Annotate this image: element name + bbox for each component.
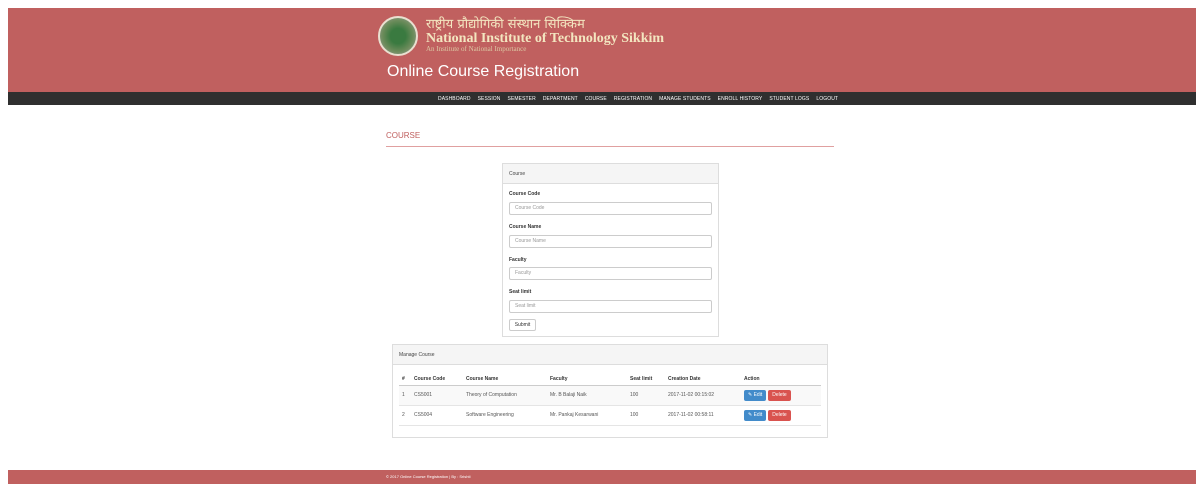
col-action: Action (741, 373, 821, 386)
faculty-label: Faculty (509, 257, 527, 263)
faculty-input[interactable]: Faculty (509, 267, 712, 280)
nav-student-logs[interactable]: STUDENT LOGS (769, 96, 809, 102)
submit-button[interactable]: Submit (509, 319, 536, 331)
edit-button[interactable]: ✎ Edit (744, 389, 767, 401)
nav-course[interactable]: COURSE (585, 96, 607, 102)
row-course-name: Software Engineering (463, 405, 547, 426)
col-faculty: Faculty (547, 373, 627, 386)
footer: © 2017 Online Course Registration | By :… (8, 470, 1196, 484)
nav-registration[interactable]: REGISTRATION (614, 96, 652, 102)
table-row: 2 CS5004 Software Engineering Mr. Pankaj… (399, 405, 821, 426)
page-title: COURSE (386, 131, 421, 140)
row-actions: ✎ Edit Delete (741, 385, 821, 406)
delete-button[interactable]: Delete (768, 409, 791, 421)
row-seat-limit: 100 (627, 385, 665, 406)
row-faculty: Mr. Pankaj Kesarwani (547, 405, 627, 426)
edit-icon: ✎ (748, 411, 753, 418)
row-course-code: CS5004 (411, 405, 463, 426)
nit-emblem-icon (378, 16, 418, 56)
col-creation-date: Creation Date (665, 373, 741, 386)
course-table: # Course Code Course Name Faculty Seat l… (399, 373, 821, 426)
row-creation-date: 2017-11-02 00:58:11 (665, 405, 741, 426)
course-panel-heading: Course (503, 164, 718, 184)
row-faculty: Mr. B Balaji Naik (547, 385, 627, 406)
row-actions: ✎ Edit Delete (741, 405, 821, 426)
col-seat-limit: Seat limit (627, 373, 665, 386)
row-creation-date: 2017-11-02 00:15:02 (665, 385, 741, 406)
table-row: 1 CS5001 Theory of Computation Mr. B Bal… (399, 385, 821, 406)
row-course-code: CS5001 (411, 385, 463, 406)
course-code-input[interactable]: Course Code (509, 202, 712, 215)
institute-subtitle: An Institute of National Importance (426, 45, 527, 54)
nav-logout[interactable]: LOGOUT (816, 96, 838, 102)
edit-button[interactable]: ✎ Edit (744, 409, 767, 421)
row-number: 1 (399, 385, 411, 406)
nav-dashboard[interactable]: DASHBOARD (438, 96, 471, 102)
nav-manage-students[interactable]: MANAGE STUDENTS (659, 96, 711, 102)
edit-icon: ✎ (748, 391, 753, 398)
col-number: # (399, 373, 411, 386)
nav-enroll-history[interactable]: ENROLL HISTORY (718, 96, 763, 102)
manage-panel-heading: Manage Course (393, 345, 827, 365)
institute-logo: राष्ट्रीय प्रौद्योगिकी संस्थान सिक्किम N… (378, 16, 664, 56)
nav-semester[interactable]: SEMESTER (508, 96, 536, 102)
row-number: 2 (399, 405, 411, 426)
delete-button[interactable]: Delete (768, 389, 791, 401)
seat-limit-label: Seat limit (509, 289, 532, 295)
course-code-label: Course Code (509, 191, 541, 197)
row-seat-limit: 100 (627, 405, 665, 426)
nav-department[interactable]: DEPARTMENT (543, 96, 578, 102)
edit-label: Edit (753, 391, 763, 398)
manage-course-panel: Manage Course # Course Code Course Name … (392, 344, 828, 438)
course-form-panel: Course Course Code Course Code Course Na… (502, 163, 719, 337)
row-course-name: Theory of Computation (463, 385, 547, 406)
main-navbar: DASHBOARD SESSION SEMESTER DEPARTMENT CO… (8, 92, 1196, 105)
title-divider (386, 146, 834, 147)
footer-copyright: © 2017 Online Course Registration | By :… (386, 474, 471, 479)
seat-limit-input[interactable]: Seat limit (509, 300, 712, 313)
institute-name-hindi: राष्ट्रीय प्रौद्योगिकी संस्थान सिक्किम (426, 17, 585, 33)
col-course-name: Course Name (463, 373, 547, 386)
edit-label: Edit (753, 411, 763, 418)
nav-session[interactable]: SESSION (478, 96, 501, 102)
course-name-input[interactable]: Course Name (509, 235, 712, 248)
app-title: Online Course Registration (387, 63, 580, 80)
table-header-row: # Course Code Course Name Faculty Seat l… (399, 373, 821, 386)
course-name-label: Course Name (509, 224, 542, 230)
col-course-code: Course Code (411, 373, 463, 386)
institute-name-english: National Institute of Technology Sikkim (426, 30, 665, 46)
